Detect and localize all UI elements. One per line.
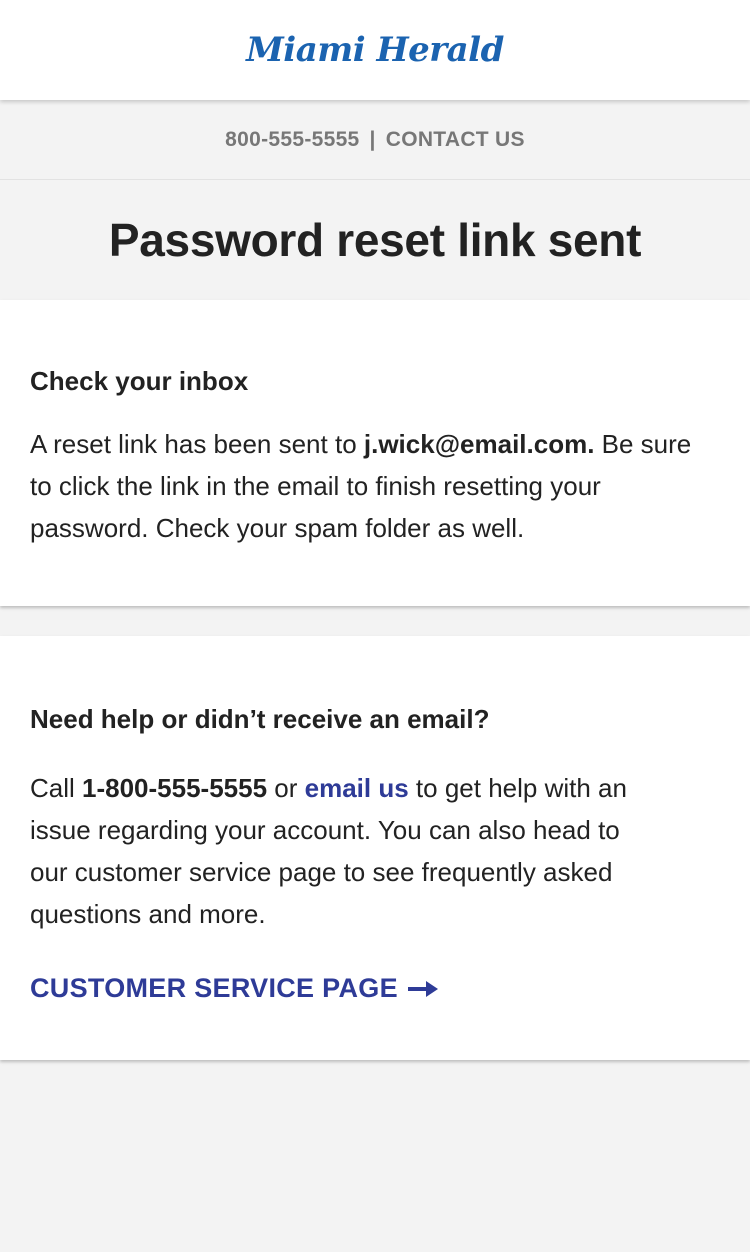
contact-phone-link[interactable]: 800-555-5555 xyxy=(225,128,359,152)
page-title: Password reset link sent xyxy=(108,214,642,266)
help-text-or: or xyxy=(267,773,305,803)
help-heading: Need help or didn’t receive an email? xyxy=(30,704,490,734)
contact-separator: | xyxy=(369,127,376,151)
contact-us-link[interactable]: CONTACT US xyxy=(386,128,525,152)
user-email: j.wick@email.com. xyxy=(363,429,595,459)
inbox-text-before: A reset link has been sent to xyxy=(30,429,364,459)
help-phone: 1-800-555-5555 xyxy=(82,773,268,803)
arrow-right-icon xyxy=(407,980,438,997)
contact-bar: 800-555-5555 | CONTACT US xyxy=(0,100,750,180)
help-card: Need help or didn’t receive an email? Ca… xyxy=(0,636,750,1060)
check-inbox-heading: Check your inbox xyxy=(30,366,249,396)
email-us-link[interactable]: email us xyxy=(305,773,409,803)
site-logo[interactable]: Miami Herald xyxy=(246,30,504,70)
customer-service-page-link[interactable]: CUSTOMER SERVICE PAGE xyxy=(30,973,438,1004)
customer-service-label: CUSTOMER SERVICE PAGE xyxy=(30,973,398,1003)
check-inbox-message: A reset link has been sent to j.wick@ema… xyxy=(30,423,710,549)
help-message: Call 1-800-555-5555 or email us to get h… xyxy=(30,767,630,935)
help-text-call: Call xyxy=(30,773,83,803)
check-inbox-card: Check your inbox A reset link has been s… xyxy=(0,300,750,606)
page-title-section: Password reset link sent xyxy=(0,180,750,300)
site-header: Miami Herald xyxy=(0,0,750,100)
